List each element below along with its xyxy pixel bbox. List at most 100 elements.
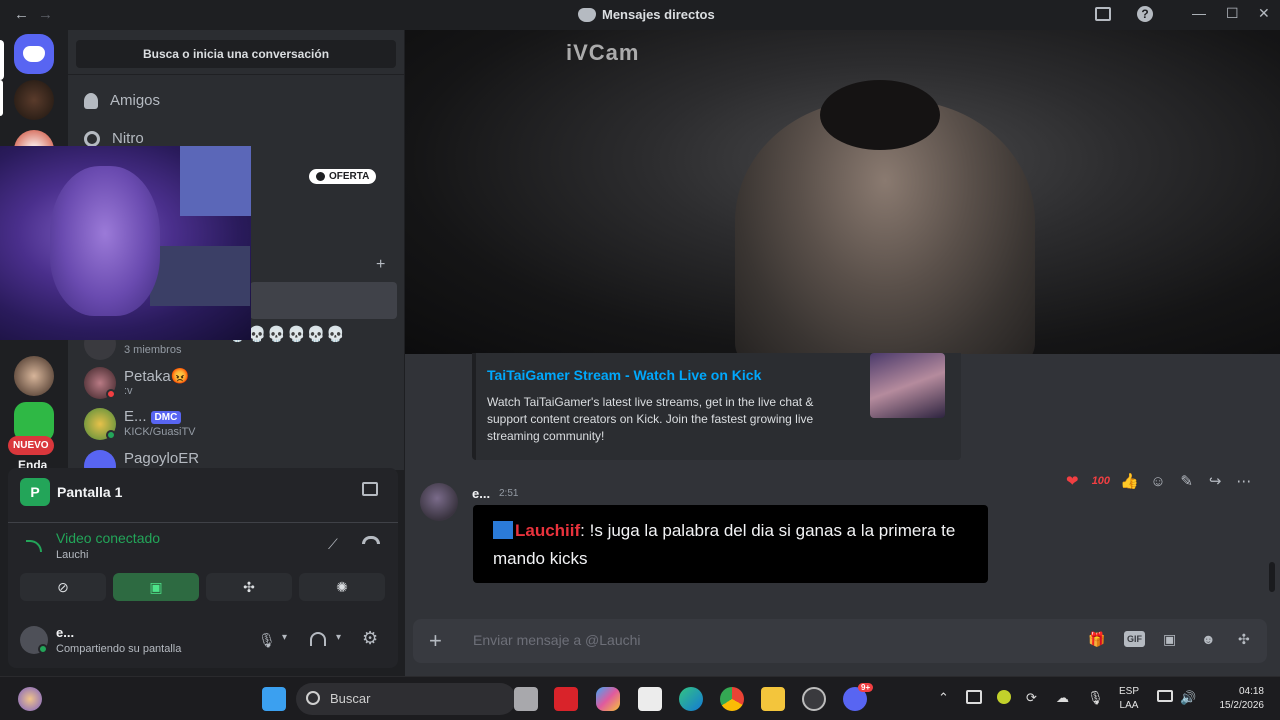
minimize-button[interactable]: — [1192,5,1206,21]
offer-label: OFERTA [329,171,370,182]
mention: Lauchiif [515,521,581,540]
dm-sub: :v [124,385,133,397]
offer-badge[interactable]: OFERTA [309,169,377,184]
task-view-icon[interactable] [514,687,538,711]
inbox-icon[interactable] [1095,7,1111,21]
nav-friends-label: Amigos [110,92,161,109]
more-icon[interactable]: ⋯ [1232,472,1255,490]
embed-title[interactable]: TaiTaiGamer Stream - Watch Live on Kick [487,367,761,383]
thumbs-up-reaction-button[interactable]: 👍 [1118,472,1141,490]
chrome-icon[interactable] [720,687,744,711]
microphone-icon[interactable]: 🎙 [1087,690,1104,706]
tray-app-icon[interactable] [966,690,982,704]
edit-icon[interactable]: ✎ [1175,472,1198,490]
copilot-icon[interactable] [596,687,620,711]
user-name: e... [56,625,75,640]
maximize-button[interactable]: ☐ [1226,5,1239,22]
avatar [84,450,116,470]
chevron-up-icon[interactable]: ⌃ [938,690,949,706]
nav-nitro[interactable]: Nitro [84,130,144,147]
dm-tag: DMC [150,410,182,424]
dm-name: E... DMC [124,408,182,425]
emoji-icon[interactable]: ☻ [1201,631,1216,647]
clock-icon [316,172,325,181]
attach-button[interactable]: + [429,628,442,654]
scrollbar[interactable] [1269,562,1275,592]
message-author[interactable]: e... [472,486,490,501]
forward-icon[interactable]: ↪ [1204,472,1227,490]
nav-friends[interactable]: Amigos [84,92,160,109]
forward-button[interactable]: → [38,6,53,23]
server-icon[interactable] [14,356,54,396]
new-badge: NUEVO [8,436,54,455]
store-icon[interactable] [638,687,662,711]
disconnect-icon[interactable] [362,536,380,544]
apps-icon[interactable]: ✣ [1238,631,1250,648]
clock-date: 15/2/2026 [1219,700,1265,711]
wps-icon[interactable] [554,687,578,711]
tray-app-icon[interactable] [997,690,1011,704]
taskbar-search[interactable]: Buscar [296,683,516,715]
taskbar-search-label: Buscar [330,691,371,706]
webcam-shelf [150,246,250,306]
soundboard-button[interactable]: ✺ [299,573,385,601]
nitro-icon [84,130,100,147]
notification-badge: 9+ [858,683,874,692]
selected-dm-row[interactable] [250,282,397,319]
heart-reaction-button[interactable]: ❤ [1061,472,1084,490]
status-icon [38,644,48,654]
discord-window: ← → Mensajes directos ? — ☐ ✕ NUEVO Enda… [0,0,1280,676]
chevron-down-icon[interactable]: ▾ [336,632,341,643]
add-reaction-icon[interactable]: ☺ [1147,473,1170,490]
webcam-window-bg [180,146,251,216]
stream-title: Pantalla 1 [57,484,123,500]
gear-icon[interactable]: ⚙ [362,628,378,649]
popout-icon[interactable] [362,482,378,496]
obs-icon[interactable] [802,687,826,711]
stream-video[interactable]: iVCam [405,30,1280,354]
avatar[interactable] [20,626,48,654]
file-explorer-icon[interactable] [761,687,785,711]
message-input[interactable]: Enviar mensaje a @Lauchi [473,632,641,648]
cloud-icon[interactable]: ☁ [1056,690,1069,706]
back-button[interactable]: ← [14,6,29,23]
unread-indicator [0,80,3,116]
search-input[interactable]: Busca o inicia una conversación [76,40,396,68]
edge-icon[interactable] [679,687,703,711]
lang-bottom: LAA [1119,700,1139,711]
help-icon[interactable]: ? [1137,6,1153,22]
message-composer: + Enviar mensaje a @Lauchi 🎁 GIF ▣ ☻ ✣ [413,619,1267,663]
close-button[interactable]: ✕ [1258,5,1270,22]
avatar[interactable] [420,483,458,521]
noise-suppression-icon[interactable]: ⟋ [328,536,338,553]
user-status: Compartiendo su pantalla [56,643,182,655]
volume-icon[interactable]: 🔊 [1180,690,1196,706]
voice-status[interactable]: Video conectado [56,530,160,546]
dm-name: PagoyloER [124,450,200,467]
clock[interactable]: 04:18 15/2/2026 [1206,685,1265,713]
hundred-reaction-button[interactable]: 100 [1090,475,1113,487]
sticker-icon[interactable]: ▣ [1163,631,1176,648]
embed-thumbnail[interactable] [870,353,945,418]
window-title-text: Mensajes directos [602,7,715,22]
direct-messages-button[interactable] [14,34,54,74]
server-icon[interactable] [14,80,54,120]
sync-icon[interactable]: ⟳ [1026,690,1037,706]
gift-icon[interactable]: 🎁 [1088,631,1105,648]
network-icon[interactable] [1157,690,1173,702]
screen-share-button[interactable]: ▣ [113,573,199,601]
start-icon[interactable] [262,687,286,711]
voice-panel: P Pantalla 1 Video conectado Lauchi ⟋ ⊘ … [8,468,398,668]
gif-button[interactable]: GIF [1124,631,1145,647]
dm-sub: 3 miembros [124,344,182,356]
weather-icon[interactable] [18,687,42,711]
activities-button[interactable]: ✣ [206,573,292,601]
stream-watermark: iVCam [566,40,640,65]
camera-off-button[interactable]: ⊘ [20,573,106,601]
language-indicator[interactable]: ESP LAA [1119,685,1139,713]
headphones-icon[interactable] [310,632,326,646]
create-dm-button[interactable]: + [376,256,385,274]
chevron-down-icon[interactable]: ▾ [282,632,287,643]
discord-icon [578,7,596,22]
microphone-icon[interactable]: 🎙 [258,632,276,649]
